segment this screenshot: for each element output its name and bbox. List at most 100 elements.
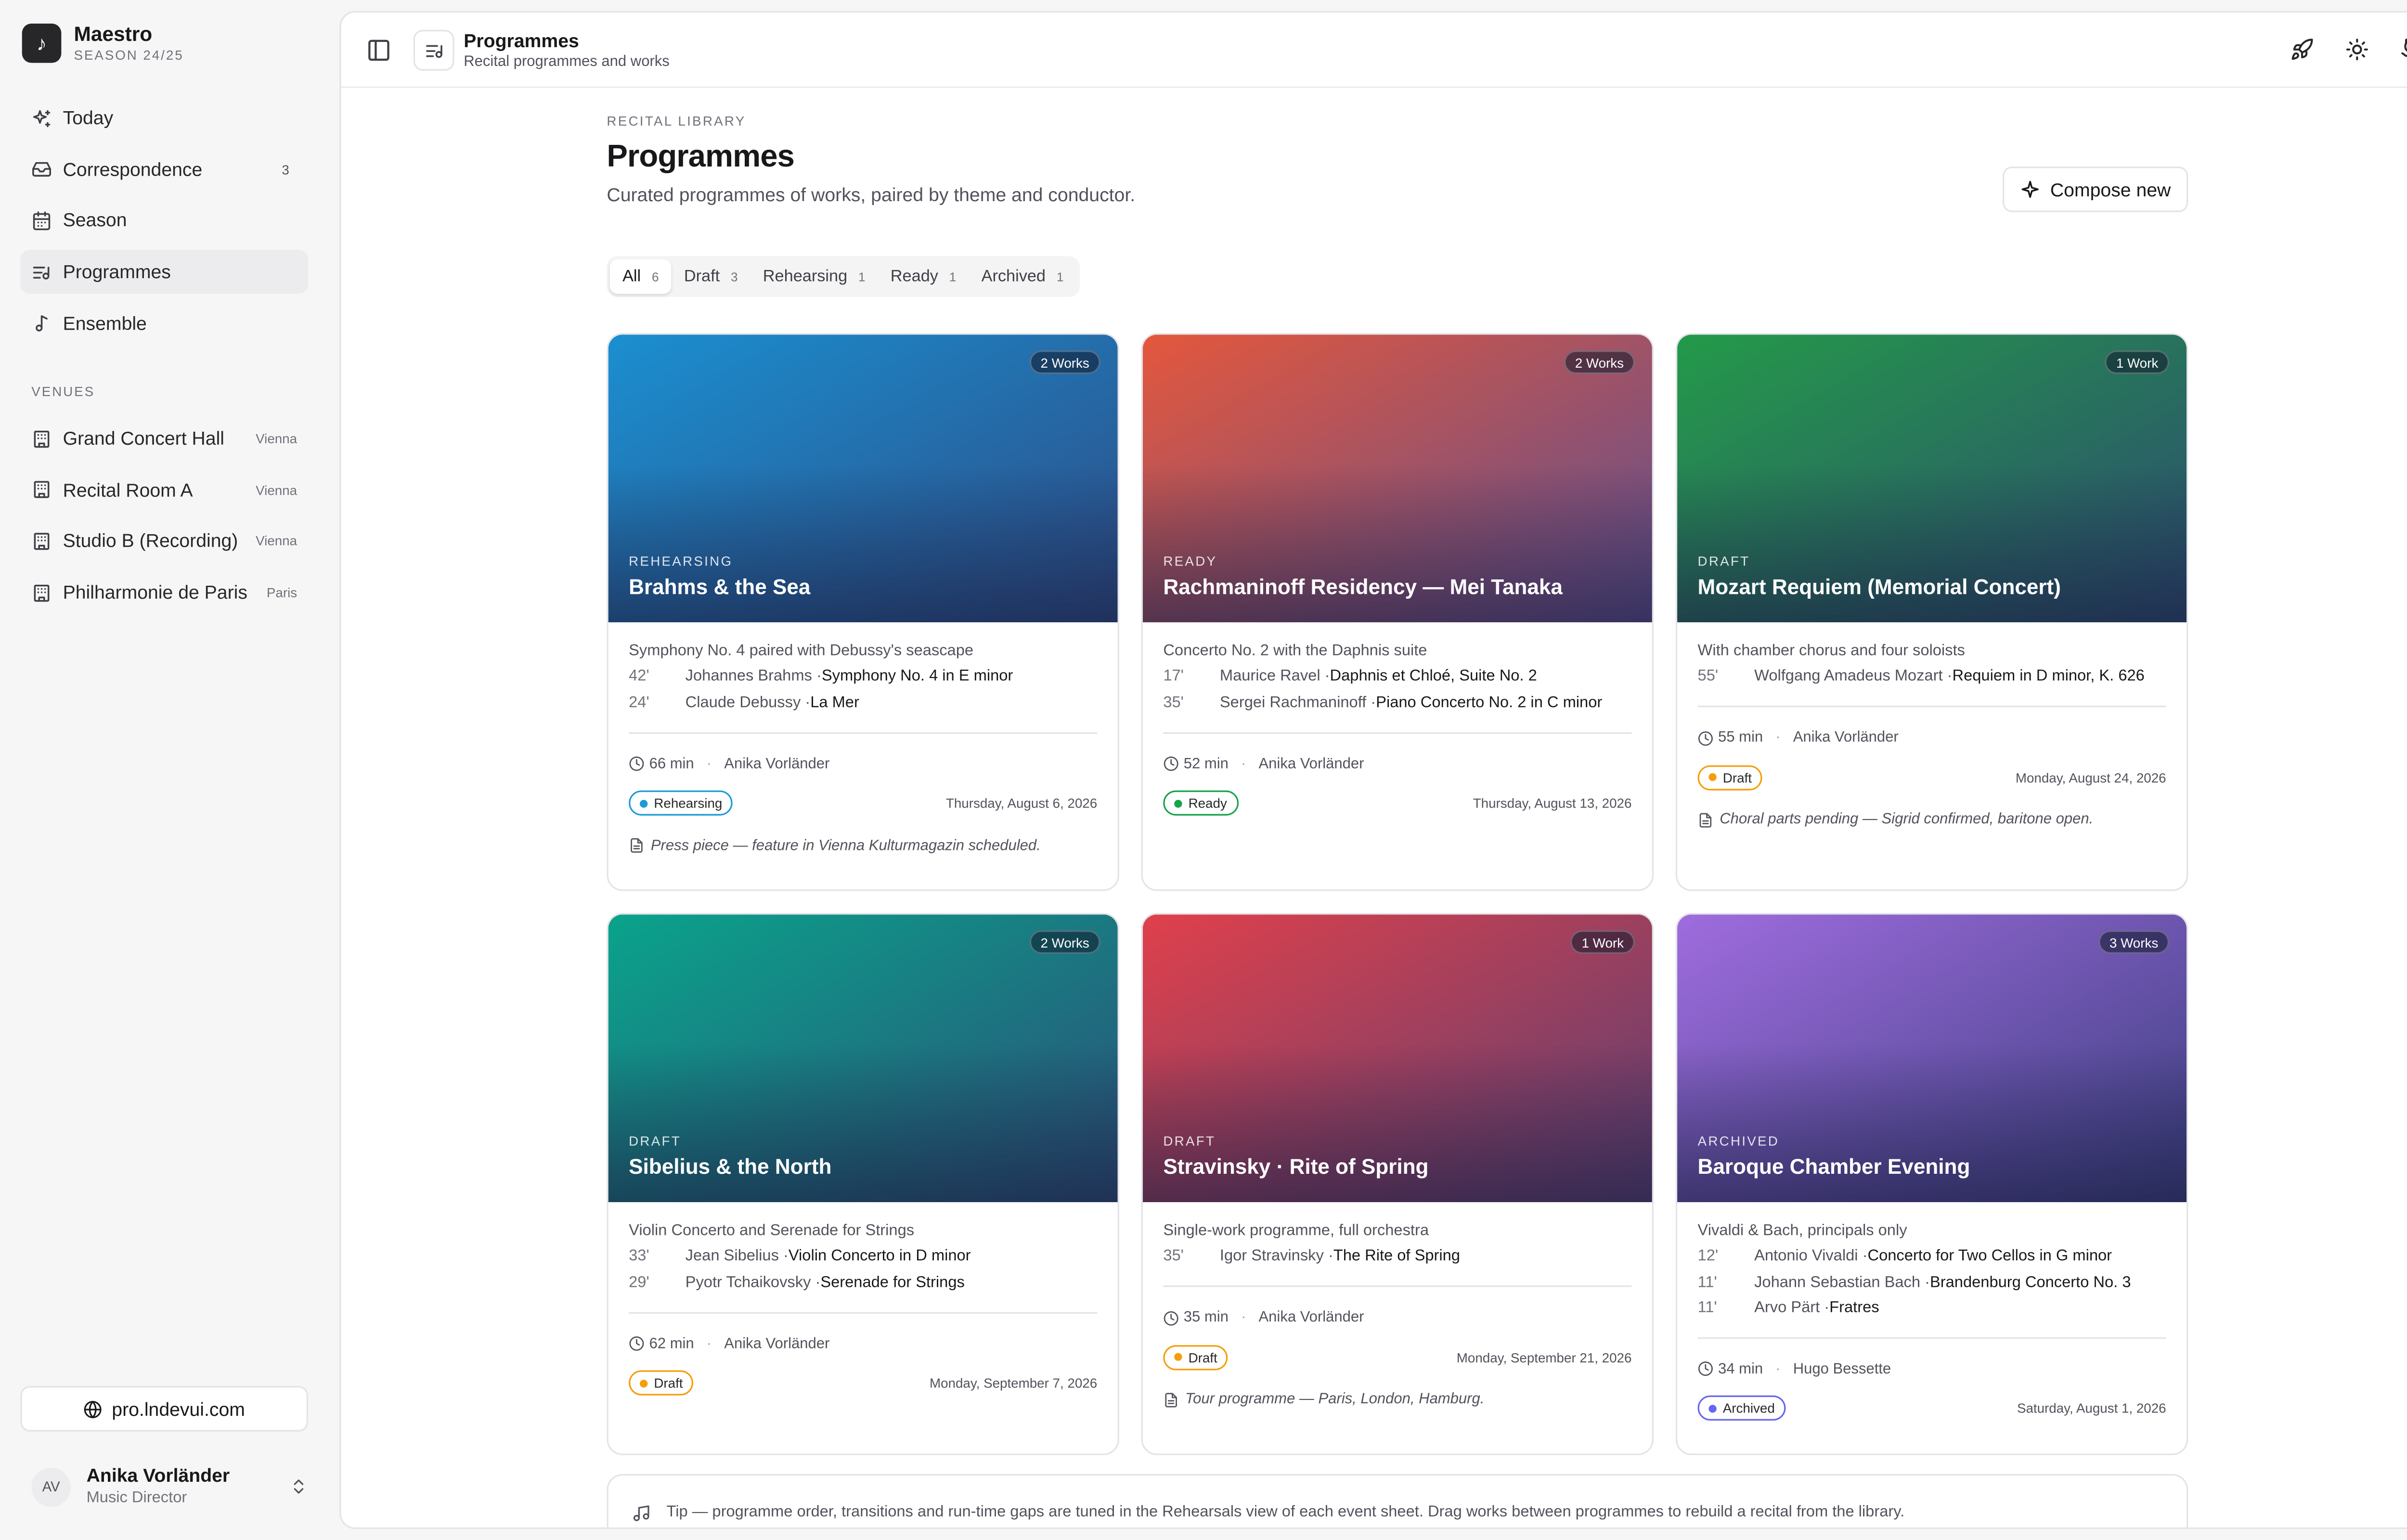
tab-count: 6 (652, 270, 659, 284)
tab-archived[interactable]: Archived 1 (969, 259, 1076, 294)
work-duration: 17' (1163, 668, 1184, 686)
nav-label: Season (63, 209, 127, 232)
status-badge: Ready (1163, 790, 1238, 816)
programme-card[interactable]: 2 Works READY Rachmaninoff Residency — M… (1141, 333, 1654, 891)
separator: · (706, 755, 712, 773)
work-composer: Maurice Ravel · (1219, 668, 1330, 686)
tab-rehearsing[interactable]: Rehearsing 1 (751, 259, 878, 294)
programme-duration: 34 min (1718, 1360, 1763, 1378)
work-title: Symphony No. 4 in E minor (821, 668, 1013, 686)
inbox-icon (31, 159, 52, 179)
status-text: Rehearsing (654, 795, 723, 811)
status-dot (1708, 1404, 1717, 1413)
work-duration: 11' (1697, 1299, 1717, 1317)
separator: · (1241, 755, 1246, 773)
github-icon[interactable] (2400, 38, 2407, 61)
page-description: Curated programmes of works, paired by t… (607, 184, 1136, 206)
programme-title: Stravinsky · Rite of Spring (1163, 1155, 1429, 1179)
programme-note: Tour programme — Paris, London, Hamburg. (1163, 1390, 1631, 1410)
user-name: Anika Vorländer (86, 1464, 230, 1487)
clock-icon (1698, 731, 1718, 746)
tab-ready[interactable]: Ready 1 (878, 259, 969, 294)
programme-duration: 35 min (1183, 1309, 1229, 1327)
status-badge: Rehearsing (629, 790, 734, 816)
work-title: Fratres (1829, 1299, 1879, 1317)
brand[interactable]: ♪ Maestro SEASON 24/25 (22, 22, 184, 64)
nav-item-season[interactable]: Season (20, 199, 308, 243)
card-hero: 2 Works REHEARSING Brahms & the Sea (608, 334, 1118, 623)
programme-duration: 52 min (1183, 755, 1229, 773)
programme-note: Choral parts pending — Sigrid confirmed,… (1698, 810, 2166, 830)
sparkle-icon (2022, 180, 2039, 198)
tab-label: Rehearsing (763, 267, 848, 286)
status-text: Draft (1188, 1349, 1217, 1365)
work-row: 29' Pyotr Tchaikovsky · Serenade for Str… (629, 1274, 1097, 1294)
nav-label: Ensemble (63, 312, 147, 334)
programme-title: Rachmaninoff Residency — Mei Tanaka (1163, 575, 1563, 599)
avatar: AV (31, 1467, 71, 1506)
page-title: Programmes (607, 140, 794, 175)
tab-all[interactable]: All 6 (609, 259, 672, 294)
work-composer: Arvo Pärt · (1754, 1299, 1830, 1317)
programme-subtitle: Violin Concerto and Serenade for Strings (629, 1222, 915, 1240)
work-row: 17' Maurice Ravel · Daphnis et Chloé, Su… (1163, 668, 1631, 689)
card-hero: 1 Work DRAFT Stravinsky · Rite of Spring (1142, 914, 1652, 1202)
compose-new-button[interactable]: Compose new (2003, 167, 2188, 212)
programme-duration: 62 min (649, 1335, 694, 1353)
nav-label: Today (63, 107, 114, 129)
tab-draft[interactable]: Draft 3 (672, 259, 751, 294)
conductor-name: Anika Vorländer (1793, 730, 1899, 747)
venue-item[interactable]: Philharmonie de Paris Paris (20, 571, 308, 615)
globe-icon (84, 1400, 102, 1418)
venue-item[interactable]: Grand Concert Hall Vienna (20, 416, 308, 460)
work-duration: 42' (629, 668, 649, 686)
work-composer: Claude Debussy · (685, 693, 811, 711)
tip-banner: Tip — programme order, transitions and r… (607, 1474, 2188, 1527)
chevrons-up-down-icon (294, 1479, 304, 1494)
nav-item-correspondence[interactable]: Correspondence 3 (20, 147, 308, 191)
venue-item[interactable]: Recital Room A Vienna (20, 468, 308, 512)
works-count-badge: 2 Works (1029, 350, 1100, 374)
work-title: Requiem in D minor, K. 626 (1952, 668, 2145, 686)
list-music-icon (31, 262, 52, 282)
programme-card[interactable]: 2 Works DRAFT Sibelius & the North Violi… (607, 913, 1119, 1455)
site-link-button[interactable]: pro.lndevui.com (20, 1386, 309, 1432)
works-count-badge: 2 Works (1029, 930, 1100, 954)
file-text-icon (1163, 1392, 1185, 1408)
user-menu[interactable]: AV Anika Vorländer Music Director (31, 1462, 308, 1512)
nav-item-ensemble[interactable]: Ensemble (20, 301, 308, 345)
rocket-icon[interactable] (2291, 38, 2314, 61)
status-text: Ready (1188, 795, 1227, 811)
venue-name: Grand Concert Hall (63, 427, 225, 449)
nav-item-today[interactable]: Today (20, 96, 308, 140)
status-dot (1174, 1353, 1182, 1361)
programme-meta: 34 min · Hugo Bessette (1698, 1359, 2166, 1379)
work-row: 35' Igor Stravinsky · The Rite of Spring (1163, 1248, 1631, 1269)
music-note-logo-icon: ♪ (22, 23, 62, 63)
programme-card[interactable]: 3 Works ARCHIVED Baroque Chamber Evening… (1675, 913, 2188, 1455)
programme-title: Brahms & the Sea (629, 575, 811, 599)
status-dot (1708, 773, 1717, 782)
programme-card[interactable]: 2 Works REHEARSING Brahms & the Sea Symp… (607, 333, 1119, 891)
tab-label: All (622, 267, 641, 286)
programme-card[interactable]: 1 Work DRAFT Mozart Requiem (Memorial Co… (1675, 333, 2188, 891)
separator: · (706, 1335, 712, 1353)
programme-date: Monday, September 7, 2026 (929, 1375, 1098, 1391)
conductor-name: Anika Vorländer (724, 755, 830, 773)
divider (1697, 1337, 2166, 1339)
venue-city: Vienna (256, 482, 298, 498)
programme-date: Thursday, August 13, 2026 (1473, 795, 1632, 811)
status-text: Draft (1722, 770, 1752, 785)
programme-title: Mozart Requiem (Memorial Concert) (1697, 575, 2061, 599)
venue-item[interactable]: Studio B (Recording) Vienna (20, 519, 308, 563)
tab-count: 1 (1056, 270, 1064, 284)
nav-label: Programmes (63, 261, 171, 283)
nav-item-programmes[interactable]: Programmes (20, 250, 309, 294)
work-composer: Jean Sibelius · (685, 1248, 789, 1266)
sun-icon[interactable] (2345, 38, 2369, 61)
divider (1163, 1285, 1632, 1288)
sidebar-toggle-icon[interactable] (366, 38, 391, 63)
programme-card[interactable]: 1 Work DRAFT Stravinsky · Rite of Spring… (1141, 913, 1654, 1455)
clock-icon (629, 756, 649, 772)
programme-subtitle: Single-work programme, full orchestra (1163, 1222, 1429, 1240)
